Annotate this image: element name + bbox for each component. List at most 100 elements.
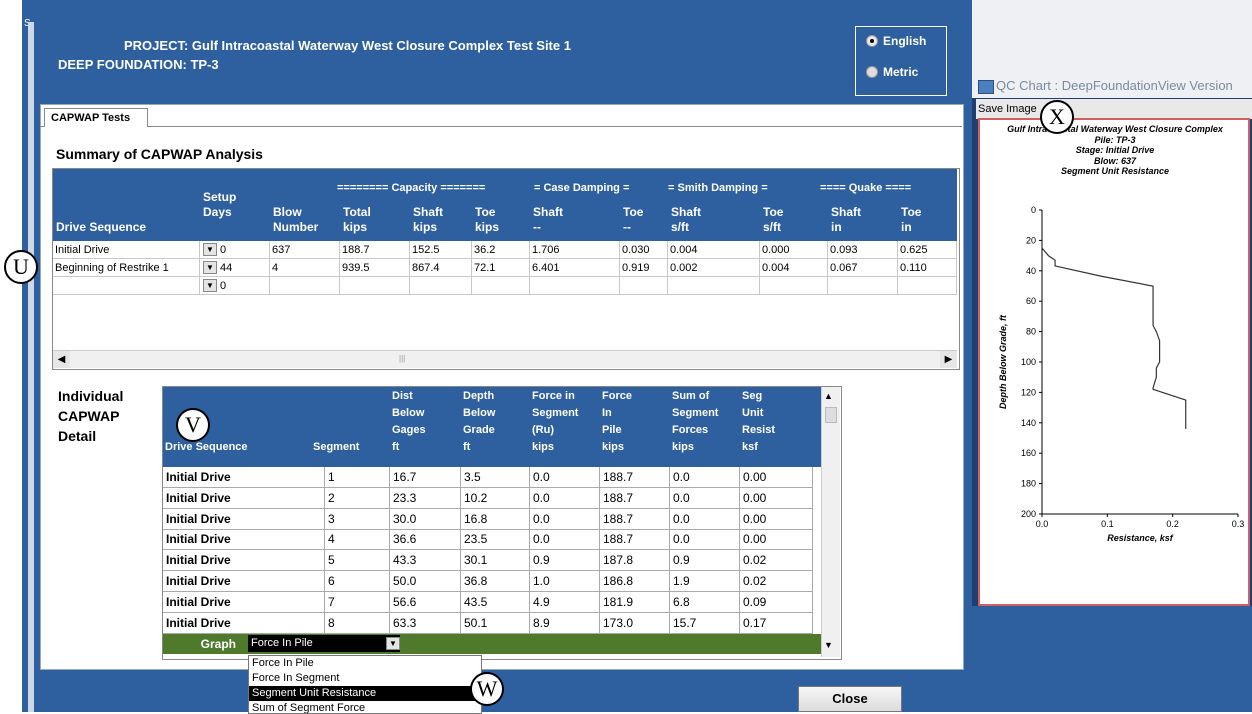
tab-capwap-tests[interactable]: CAPWAP Tests <box>44 108 148 127</box>
graph-option[interactable]: Force In Segment <box>249 671 481 686</box>
summary-cell[interactable]: 152.5 <box>410 241 472 259</box>
detail-drive-sequence-cell[interactable]: Initial Drive <box>163 508 325 530</box>
detail-cell[interactable]: 30.0 <box>390 508 461 530</box>
graph-option[interactable]: Force In Pile <box>249 656 481 671</box>
drive-sequence-cell[interactable]: Initial Drive <box>53 241 200 259</box>
detail-drive-sequence-cell[interactable]: Initial Drive <box>163 467 325 488</box>
detail-cell[interactable]: 0.0 <box>530 508 600 530</box>
detail-cell[interactable]: 16.7 <box>390 467 461 488</box>
detail-cell[interactable]: 4.9 <box>530 591 600 613</box>
summary-cell[interactable]: 0.093 <box>828 241 898 259</box>
detail-vertical-scrollbar[interactable]: ▲ ▼ <box>821 387 840 657</box>
summary-cell[interactable]: 867.4 <box>410 259 472 277</box>
detail-cell[interactable]: 0.0 <box>670 508 740 530</box>
summary-cell[interactable] <box>270 277 340 295</box>
summary-cell[interactable]: 72.1 <box>472 259 530 277</box>
detail-cell[interactable]: 23.3 <box>390 487 461 509</box>
summary-cell[interactable]: 0.110 <box>898 259 957 277</box>
english-radio[interactable]: English <box>866 34 926 48</box>
detail-cell[interactable]: 0.0 <box>670 487 740 509</box>
detail-cell[interactable]: 1.0 <box>530 571 600 592</box>
summary-cell[interactable] <box>760 277 828 295</box>
detail-cell[interactable]: 30.1 <box>461 550 530 572</box>
detail-cell[interactable]: 50.1 <box>461 612 530 634</box>
graph-option[interactable]: Segment Unit Resistance <box>249 686 481 701</box>
detail-cell[interactable]: 0.09 <box>740 591 813 613</box>
detail-drive-sequence-cell[interactable]: Initial Drive <box>163 612 325 634</box>
detail-cell[interactable]: 0.9 <box>670 550 740 572</box>
detail-cell[interactable]: 1.9 <box>670 571 740 592</box>
detail-cell[interactable]: 181.9 <box>600 591 670 613</box>
graph-type-select[interactable]: Force In Pile <box>248 635 400 652</box>
scroll-up-icon[interactable]: ▲ <box>824 391 833 401</box>
detail-cell[interactable]: 10.2 <box>461 487 530 509</box>
scroll-down-icon[interactable]: ▼ <box>824 640 833 650</box>
summary-cell[interactable]: 36.2 <box>472 241 530 259</box>
metric-radio[interactable]: Metric <box>866 65 918 79</box>
detail-cell[interactable]: 0.00 <box>740 508 813 530</box>
scroll-right-icon[interactable]: ▶ <box>940 351 957 368</box>
summary-cell[interactable]: 0.067 <box>828 259 898 277</box>
detail-cell[interactable]: 43.5 <box>461 591 530 613</box>
summary-cell[interactable]: 6.401 <box>530 259 620 277</box>
chevron-down-icon[interactable]: ▼ <box>203 279 217 292</box>
detail-cell[interactable]: 3 <box>325 508 390 530</box>
detail-cell[interactable]: 0.00 <box>740 467 813 488</box>
save-image-button[interactable]: Save Image <box>978 101 1037 117</box>
chevron-down-icon[interactable]: ▼ <box>203 243 217 256</box>
detail-drive-sequence-cell[interactable]: Initial Drive <box>163 529 325 551</box>
detail-drive-sequence-cell[interactable]: Initial Drive <box>163 591 325 613</box>
summary-cell[interactable]: 0.002 <box>668 259 760 277</box>
detail-cell[interactable]: 5 <box>325 550 390 572</box>
detail-cell[interactable]: 0.02 <box>740 550 813 572</box>
summary-cell[interactable]: 0.004 <box>668 241 760 259</box>
summary-cell[interactable] <box>898 277 957 295</box>
detail-cell[interactable]: 0.0 <box>670 467 740 488</box>
summary-cell[interactable]: 0.000 <box>760 241 828 259</box>
scroll-thumb[interactable] <box>825 407 837 423</box>
detail-cell[interactable]: 15.7 <box>670 612 740 634</box>
summary-cell[interactable]: 637 <box>270 241 340 259</box>
detail-cell[interactable]: 0.17 <box>740 612 813 634</box>
detail-cell[interactable]: 43.3 <box>390 550 461 572</box>
summary-cell[interactable]: 4 <box>270 259 340 277</box>
summary-cell[interactable]: 939.5 <box>340 259 410 277</box>
summary-cell[interactable]: 0.625 <box>898 241 957 259</box>
detail-cell[interactable]: 1 <box>325 467 390 488</box>
detail-cell[interactable]: 8 <box>325 612 390 634</box>
summary-cell[interactable] <box>340 277 410 295</box>
chevron-down-icon[interactable]: ▼ <box>386 637 400 650</box>
detail-cell[interactable]: 0.0 <box>530 529 600 551</box>
detail-cell[interactable]: 63.3 <box>390 612 461 634</box>
summary-cell[interactable]: 1.706 <box>530 241 620 259</box>
detail-cell[interactable]: 6 <box>325 571 390 592</box>
summary-cell[interactable] <box>828 277 898 295</box>
detail-cell[interactable]: 8.9 <box>530 612 600 634</box>
summary-cell[interactable]: 188.7 <box>340 241 410 259</box>
summary-horizontal-scrollbar[interactable]: ◀ ||| ▶ <box>53 350 957 368</box>
detail-drive-sequence-cell[interactable]: Initial Drive <box>163 550 325 572</box>
detail-cell[interactable]: 56.6 <box>390 591 461 613</box>
detail-cell[interactable]: 188.7 <box>600 529 670 551</box>
detail-cell[interactable]: 3.5 <box>461 467 530 488</box>
summary-cell[interactable] <box>668 277 760 295</box>
detail-cell[interactable]: 188.7 <box>600 508 670 530</box>
drive-sequence-cell[interactable] <box>53 277 200 295</box>
summary-cell[interactable]: 0.004 <box>760 259 828 277</box>
detail-cell[interactable]: 0.0 <box>670 529 740 551</box>
detail-cell[interactable]: 188.7 <box>600 487 670 509</box>
detail-cell[interactable]: 7 <box>325 591 390 613</box>
detail-cell[interactable]: 2 <box>325 487 390 509</box>
detail-cell[interactable]: 0.0 <box>530 487 600 509</box>
drive-sequence-cell[interactable]: Beginning of Restrike 1 <box>53 259 200 277</box>
scroll-left-icon[interactable]: ◀ <box>53 351 70 368</box>
graph-option[interactable]: Sum of Segment Force <box>249 701 481 713</box>
summary-cell[interactable]: 0.919 <box>620 259 668 277</box>
detail-cell[interactable]: 186.8 <box>600 571 670 592</box>
detail-cell[interactable]: 187.8 <box>600 550 670 572</box>
summary-cell[interactable] <box>410 277 472 295</box>
summary-cell[interactable] <box>620 277 668 295</box>
detail-cell[interactable]: 50.0 <box>390 571 461 592</box>
detail-cell[interactable]: 188.7 <box>600 467 670 488</box>
detail-cell[interactable]: 4 <box>325 529 390 551</box>
